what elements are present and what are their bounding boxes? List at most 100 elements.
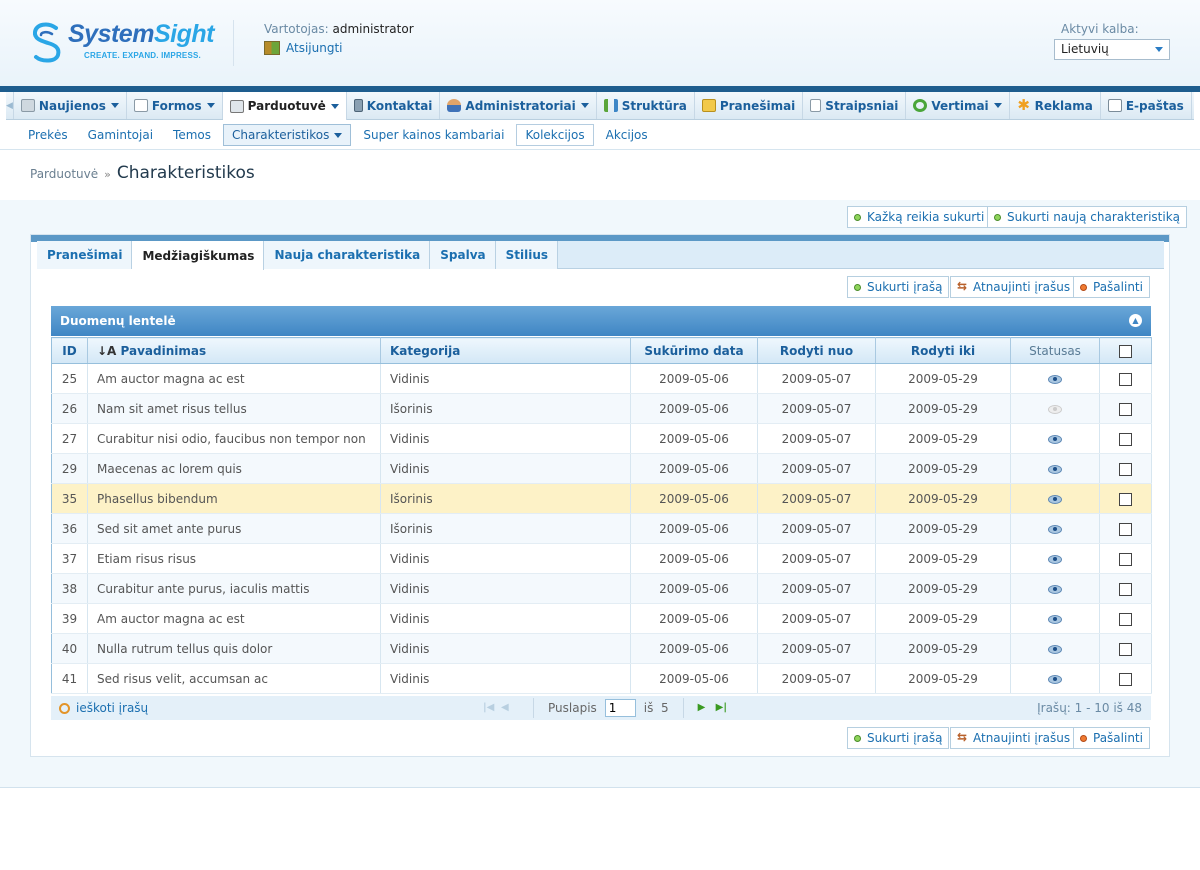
create-record-button[interactable]: Sukurti įrašą xyxy=(847,727,950,749)
menu-item-label: Parduotuvė xyxy=(247,99,326,113)
logout-link[interactable]: Atsijungti xyxy=(264,41,343,55)
row-checkbox[interactable] xyxy=(1119,402,1132,416)
menu-item-parduotuve[interactable]: Parduotuvė xyxy=(222,92,347,120)
table-row[interactable]: 26 Nam sit amet risus tellus Išorinis 2009-… xyxy=(51,393,1152,424)
cell-status xyxy=(1010,663,1100,694)
visible-eye-icon[interactable] xyxy=(1048,494,1062,504)
tab-nauja-charakteristika[interactable]: Nauja charakteristika xyxy=(264,241,431,269)
table-row[interactable]: 39 Am auctor magna ac est Vidinis 2009-05-0… xyxy=(51,603,1152,634)
user-label: Vartotojas: xyxy=(264,22,329,36)
delete-icon xyxy=(1080,734,1087,742)
menu-item-pranesimai[interactable]: Pranešimai xyxy=(695,92,804,119)
menu-item-struktura[interactable]: Struktūra xyxy=(597,92,695,119)
menu-item-epastas[interactable]: E-paštas xyxy=(1101,92,1192,119)
row-checkbox[interactable] xyxy=(1119,582,1132,596)
tab-stilius[interactable]: Stilius xyxy=(495,241,559,269)
row-checkbox[interactable] xyxy=(1119,672,1132,686)
column-show-from[interactable]: Rodyti nuo xyxy=(757,337,876,364)
menu-item-naujienos[interactable]: Naujienos xyxy=(14,92,127,119)
message-icon xyxy=(701,99,716,112)
column-select-all[interactable] xyxy=(1099,337,1152,364)
delete-button[interactable]: Pašalinti xyxy=(1073,276,1150,298)
refresh-records-button[interactable]: ⇆ Atnaujinti įrašus xyxy=(950,727,1078,749)
visible-eye-icon[interactable] xyxy=(1048,554,1062,564)
column-category[interactable]: Kategorija xyxy=(380,337,631,364)
table-row[interactable]: 41 Sed risus velit, accumsan ac Vidinis 200… xyxy=(51,663,1152,694)
row-checkbox[interactable] xyxy=(1119,372,1132,386)
submenu-item-prekes[interactable]: Prekės xyxy=(20,125,76,145)
create-characteristic-button[interactable]: Sukurti naują charakteristiką xyxy=(987,206,1188,228)
prev-page-icon[interactable]: ◀ xyxy=(501,703,515,713)
cell-select xyxy=(1099,423,1152,454)
visible-eye-icon[interactable] xyxy=(1048,584,1062,594)
submenu-item-akcijos[interactable]: Akcijos xyxy=(598,125,656,145)
cell-id: 27 xyxy=(51,423,88,454)
visible-eye-icon[interactable] xyxy=(1048,614,1062,624)
menu-item-straipsniai[interactable]: Straipsniai xyxy=(803,92,907,119)
table-row[interactable]: 27 Curabitur nisi odio, faucibus non temp… xyxy=(51,423,1152,454)
breadcrumb-parent[interactable]: Parduotuvė xyxy=(30,167,98,181)
next-page-icon[interactable]: ▶ xyxy=(698,703,712,713)
visible-eye-icon[interactable] xyxy=(1048,434,1062,444)
delete-button[interactable]: Pašalinti xyxy=(1073,727,1150,749)
create-something-button[interactable]: Kažką reikia sukurti xyxy=(847,206,992,228)
logout-label[interactable]: Atsijungti xyxy=(286,41,343,55)
visible-eye-icon[interactable] xyxy=(1048,464,1062,474)
menu-item-reklama[interactable]: ✱ Reklama xyxy=(1010,92,1101,119)
refresh-records-button[interactable]: ⇆ Atnaujinti įrašus xyxy=(950,276,1078,298)
language-select[interactable]: Lietuvių xyxy=(1054,39,1170,60)
button-label: Sukurti naują charakteristiką xyxy=(1007,210,1181,224)
column-status[interactable]: Statusas xyxy=(1010,337,1100,364)
visible-eye-icon[interactable] xyxy=(1048,374,1062,384)
tab-spalva[interactable]: Spalva xyxy=(430,241,496,269)
tab-medziagiskumas[interactable]: Medžiagiškumas xyxy=(132,241,265,270)
table-row[interactable]: 40 Nulla rutrum tellus quis dolor Vidinis 2… xyxy=(51,633,1152,664)
search-records-link[interactable]: ieškoti įrašų xyxy=(59,701,148,715)
menu-item-label: E-paštas xyxy=(1125,98,1184,113)
systemsight-logo[interactable]: SystemSight CREATE. EXPAND. IMPRESS. xyxy=(30,20,214,64)
create-record-button[interactable]: Sukurti įrašą xyxy=(847,276,950,298)
hidden-eye-icon[interactable] xyxy=(1048,404,1062,414)
visible-eye-icon[interactable] xyxy=(1048,674,1062,684)
submenu-item-temos[interactable]: Temos xyxy=(165,125,219,145)
row-checkbox[interactable] xyxy=(1119,642,1132,656)
submenu-item-kolekcijos[interactable]: Kolekcijos xyxy=(516,123,594,146)
tab-pranesimai[interactable]: Pranešimai xyxy=(37,241,133,269)
column-created[interactable]: Sukūrimo data xyxy=(630,337,758,364)
cell-id: 36 xyxy=(51,513,88,544)
menu-item-administratoriai[interactable]: Administratoriai xyxy=(440,92,597,119)
row-checkbox[interactable] xyxy=(1119,522,1132,536)
menu-item-formos[interactable]: Formos xyxy=(127,92,223,119)
row-checkbox[interactable] xyxy=(1119,552,1132,566)
cell-category: Išorinis xyxy=(380,483,631,514)
submenu-item-charakteristikos[interactable]: Charakteristikos xyxy=(223,123,352,146)
table-row[interactable]: 37 Etiam risus risus Vidinis 2009-05-06 2009… xyxy=(51,543,1152,574)
column-id[interactable]: ID xyxy=(51,337,88,364)
collapse-icon[interactable]: ▲ xyxy=(1129,314,1142,327)
select-all-checkbox[interactable] xyxy=(1119,344,1132,358)
submenu-item-gamintojai[interactable]: Gamintojai xyxy=(80,125,161,145)
row-checkbox[interactable] xyxy=(1119,612,1132,626)
row-checkbox[interactable] xyxy=(1119,492,1132,506)
visible-eye-icon[interactable] xyxy=(1048,524,1062,534)
table-row[interactable]: 29 Maecenas ac lorem quis Vidinis 2009-05-0… xyxy=(51,453,1152,484)
column-show-to[interactable]: Rodyti iki xyxy=(875,337,1011,364)
column-name[interactable]: ↓A Pavadinimas xyxy=(87,337,381,364)
button-label: Pašalinti xyxy=(1093,280,1143,294)
visible-eye-icon[interactable] xyxy=(1048,644,1062,654)
news-icon xyxy=(20,99,35,112)
table-row[interactable]: 35 Phasellus bibendum Išorinis 2009-05-06 20… xyxy=(51,483,1152,514)
row-checkbox[interactable] xyxy=(1119,462,1132,476)
submenu-item-label: Charakteristikos xyxy=(232,127,330,142)
last-page-icon[interactable]: ▶| xyxy=(716,703,730,713)
menu-scroll-left-icon[interactable]: ◀ xyxy=(6,92,14,119)
page-input[interactable] xyxy=(604,699,636,717)
submenu-item-super-kainos[interactable]: Super kainos kambariai xyxy=(355,125,512,145)
table-row[interactable]: 36 Sed sit amet ante purus Išorinis 2009-05… xyxy=(51,513,1152,544)
table-row[interactable]: 38 Curabitur ante purus, iaculis mattis Vi… xyxy=(51,573,1152,604)
row-checkbox[interactable] xyxy=(1119,432,1132,446)
first-page-icon[interactable]: |◀ xyxy=(483,703,497,713)
menu-item-kontaktai[interactable]: Kontaktai xyxy=(347,92,441,119)
table-row[interactable]: 25 Am auctor magna ac est Vidinis 2009-05-0… xyxy=(51,363,1152,394)
menu-item-vertimai[interactable]: Vertimai xyxy=(906,92,1010,119)
